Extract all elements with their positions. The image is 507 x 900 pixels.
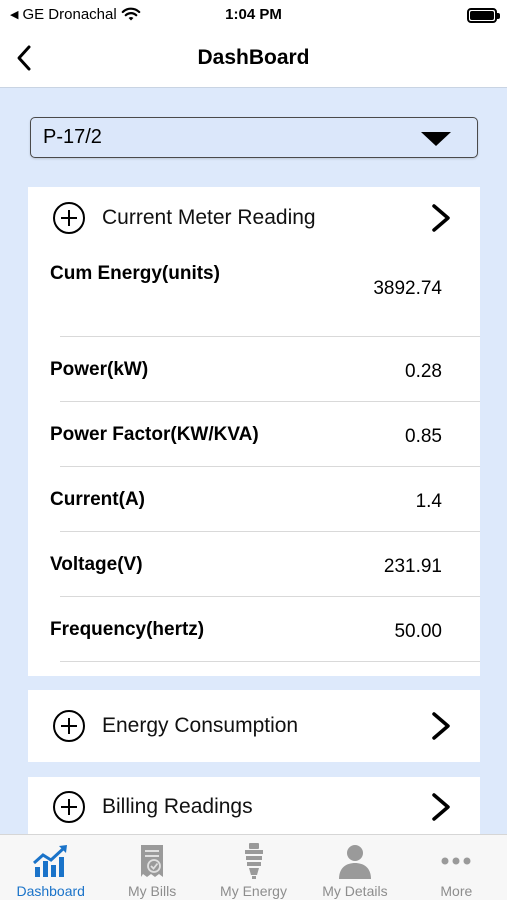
meter-select-value: P-17/2 [43,126,102,148]
reading-value: 231.91 [383,556,442,577]
current-meter-header[interactable]: Current Meter Reading [28,187,480,249]
reading-label: Current(A) [50,489,145,510]
reading-label: Power(kW) [50,359,149,380]
energy-consumption-title: Energy Consumption [102,714,299,737]
reading-value: 3892.74 [373,278,442,299]
reading-row: Voltage(V) 231.91 [50,532,480,597]
energy-consumption-header[interactable]: Energy Consumption [28,690,480,762]
tab-my-details[interactable]: My Details [304,835,405,900]
reading-row: Cum Energy(units) 3892.74 [50,249,480,337]
plus-circle-icon [53,202,85,234]
reading-row: Power Factor(KW/KVA) 0.85 [50,402,480,467]
status-bar: ◀ GE Dronachal 1:04 PM [0,0,507,30]
reading-row: Power(kW) 0.28 [50,337,480,402]
current-meter-title: Current Meter Reading [102,206,316,229]
tab-label: My Energy [220,883,287,899]
bulb-icon [244,843,263,879]
reading-label: Power Factor(KW/KVA) [50,424,259,445]
reading-value: 0.85 [405,426,442,447]
tab-my-bills[interactable]: My Bills [101,835,202,900]
reading-row: Frequency(hertz) 50.00 [50,597,480,662]
tab-label: More [440,883,473,899]
dashboard-screen: ◀ GE Dronachal 1:04 PM DashBoard P-17/2 [0,0,507,900]
tab-bar: Dashboard My Bills My Energy My Details … [0,834,507,900]
user-icon [338,845,371,879]
billing-readings-header[interactable]: Billing Readings [28,777,480,837]
reading-row: Current(A) 1.4 [50,467,480,532]
plus-circle-icon [53,791,85,823]
page-title: DashBoard [197,46,310,69]
energy-consumption-card[interactable]: Energy Consumption [28,690,480,762]
reading-label: Voltage(V) [50,554,143,575]
nav-bar: DashBoard [0,30,507,88]
chevron-right-icon[interactable] [428,202,454,234]
reading-value: 1.4 [415,491,442,512]
tab-label: Dashboard [16,883,85,899]
reading-label: Frequency(hertz) [50,619,205,640]
status-time: 1:04 PM [225,6,282,23]
more-icon [441,857,471,865]
tab-my-energy[interactable]: My Energy [203,835,304,900]
plus-circle-icon [53,710,85,742]
reading-label: Cum Energy(units) [50,263,220,284]
chevron-right-icon[interactable] [428,710,454,742]
tab-dashboard[interactable]: Dashboard [0,835,101,900]
reading-value: 50.00 [394,621,442,642]
tab-label: My Details [322,883,388,899]
chevron-right-icon[interactable] [428,791,454,823]
billing-readings-title: Billing Readings [102,795,253,818]
battery-icon [467,8,500,23]
reading-value: 0.28 [405,361,442,382]
tab-more[interactable]: More [406,835,507,900]
current-meter-card: Current Meter Reading Cum Energy(units) … [28,187,480,676]
caret-down-icon [421,132,451,146]
billing-readings-card[interactable]: Billing Readings [28,777,480,837]
bill-icon [141,845,164,877]
tab-label: My Bills [127,883,177,899]
meter-select[interactable]: P-17/2 [30,117,478,158]
chart-icon [32,845,67,877]
